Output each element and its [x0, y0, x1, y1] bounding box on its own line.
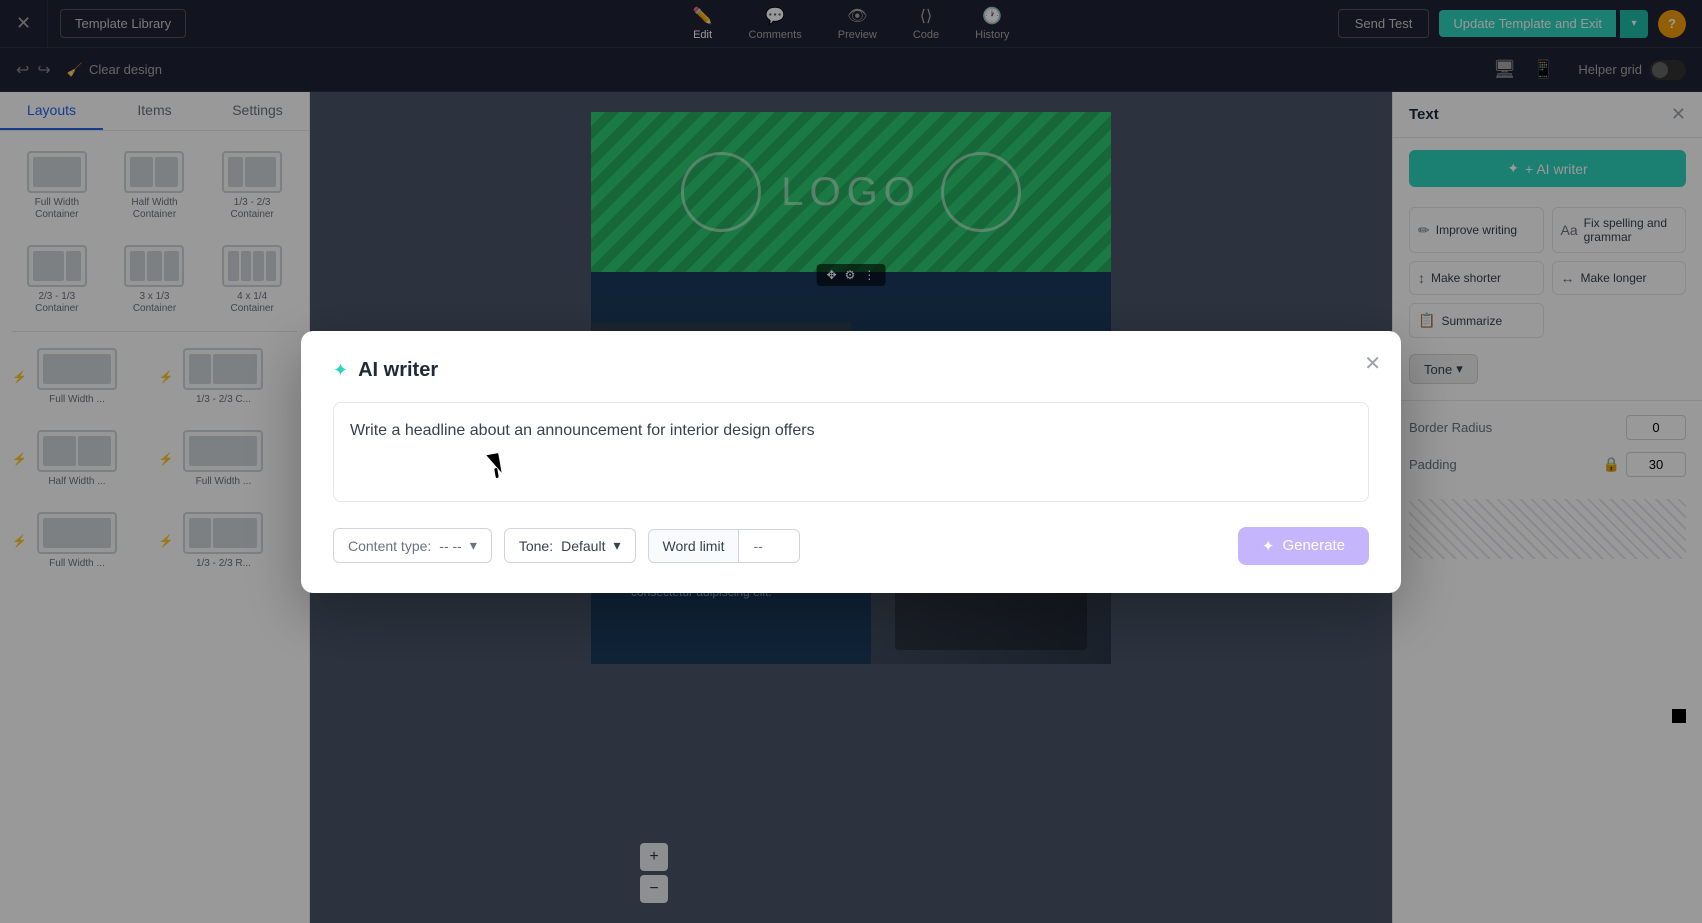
modal-close-button[interactable]: ✕	[1364, 351, 1381, 376]
content-type-chevron: ▾	[470, 537, 477, 554]
modal-footer: Content type: -- -- ▾ Tone: Default ▾ Wo…	[333, 527, 1369, 565]
modal-ai-icon: ✦	[333, 360, 348, 381]
content-type-select[interactable]: Content type: -- -- ▾	[333, 528, 492, 563]
modal-overlay: ✦ AI writer ✕ Content type: -- -- ▾ Tone…	[0, 0, 1702, 923]
word-limit-label: Word limit	[649, 530, 740, 562]
modal-header: ✦ AI writer	[333, 359, 1369, 382]
generate-sparkle-icon: ✦	[1262, 537, 1275, 555]
tone-select[interactable]: Tone: Default ▾	[504, 528, 636, 563]
modal-prompt-textarea[interactable]	[333, 402, 1369, 502]
ai-writer-modal: ✦ AI writer ✕ Content type: -- -- ▾ Tone…	[301, 331, 1401, 593]
word-limit-input[interactable]	[739, 530, 799, 562]
modal-textarea-wrapper	[333, 402, 1369, 507]
tone-select-chevron: ▾	[613, 537, 620, 554]
word-limit-group: Word limit	[648, 529, 801, 563]
modal-title: AI writer	[358, 359, 438, 382]
generate-button[interactable]: ✦ Generate	[1238, 527, 1369, 565]
